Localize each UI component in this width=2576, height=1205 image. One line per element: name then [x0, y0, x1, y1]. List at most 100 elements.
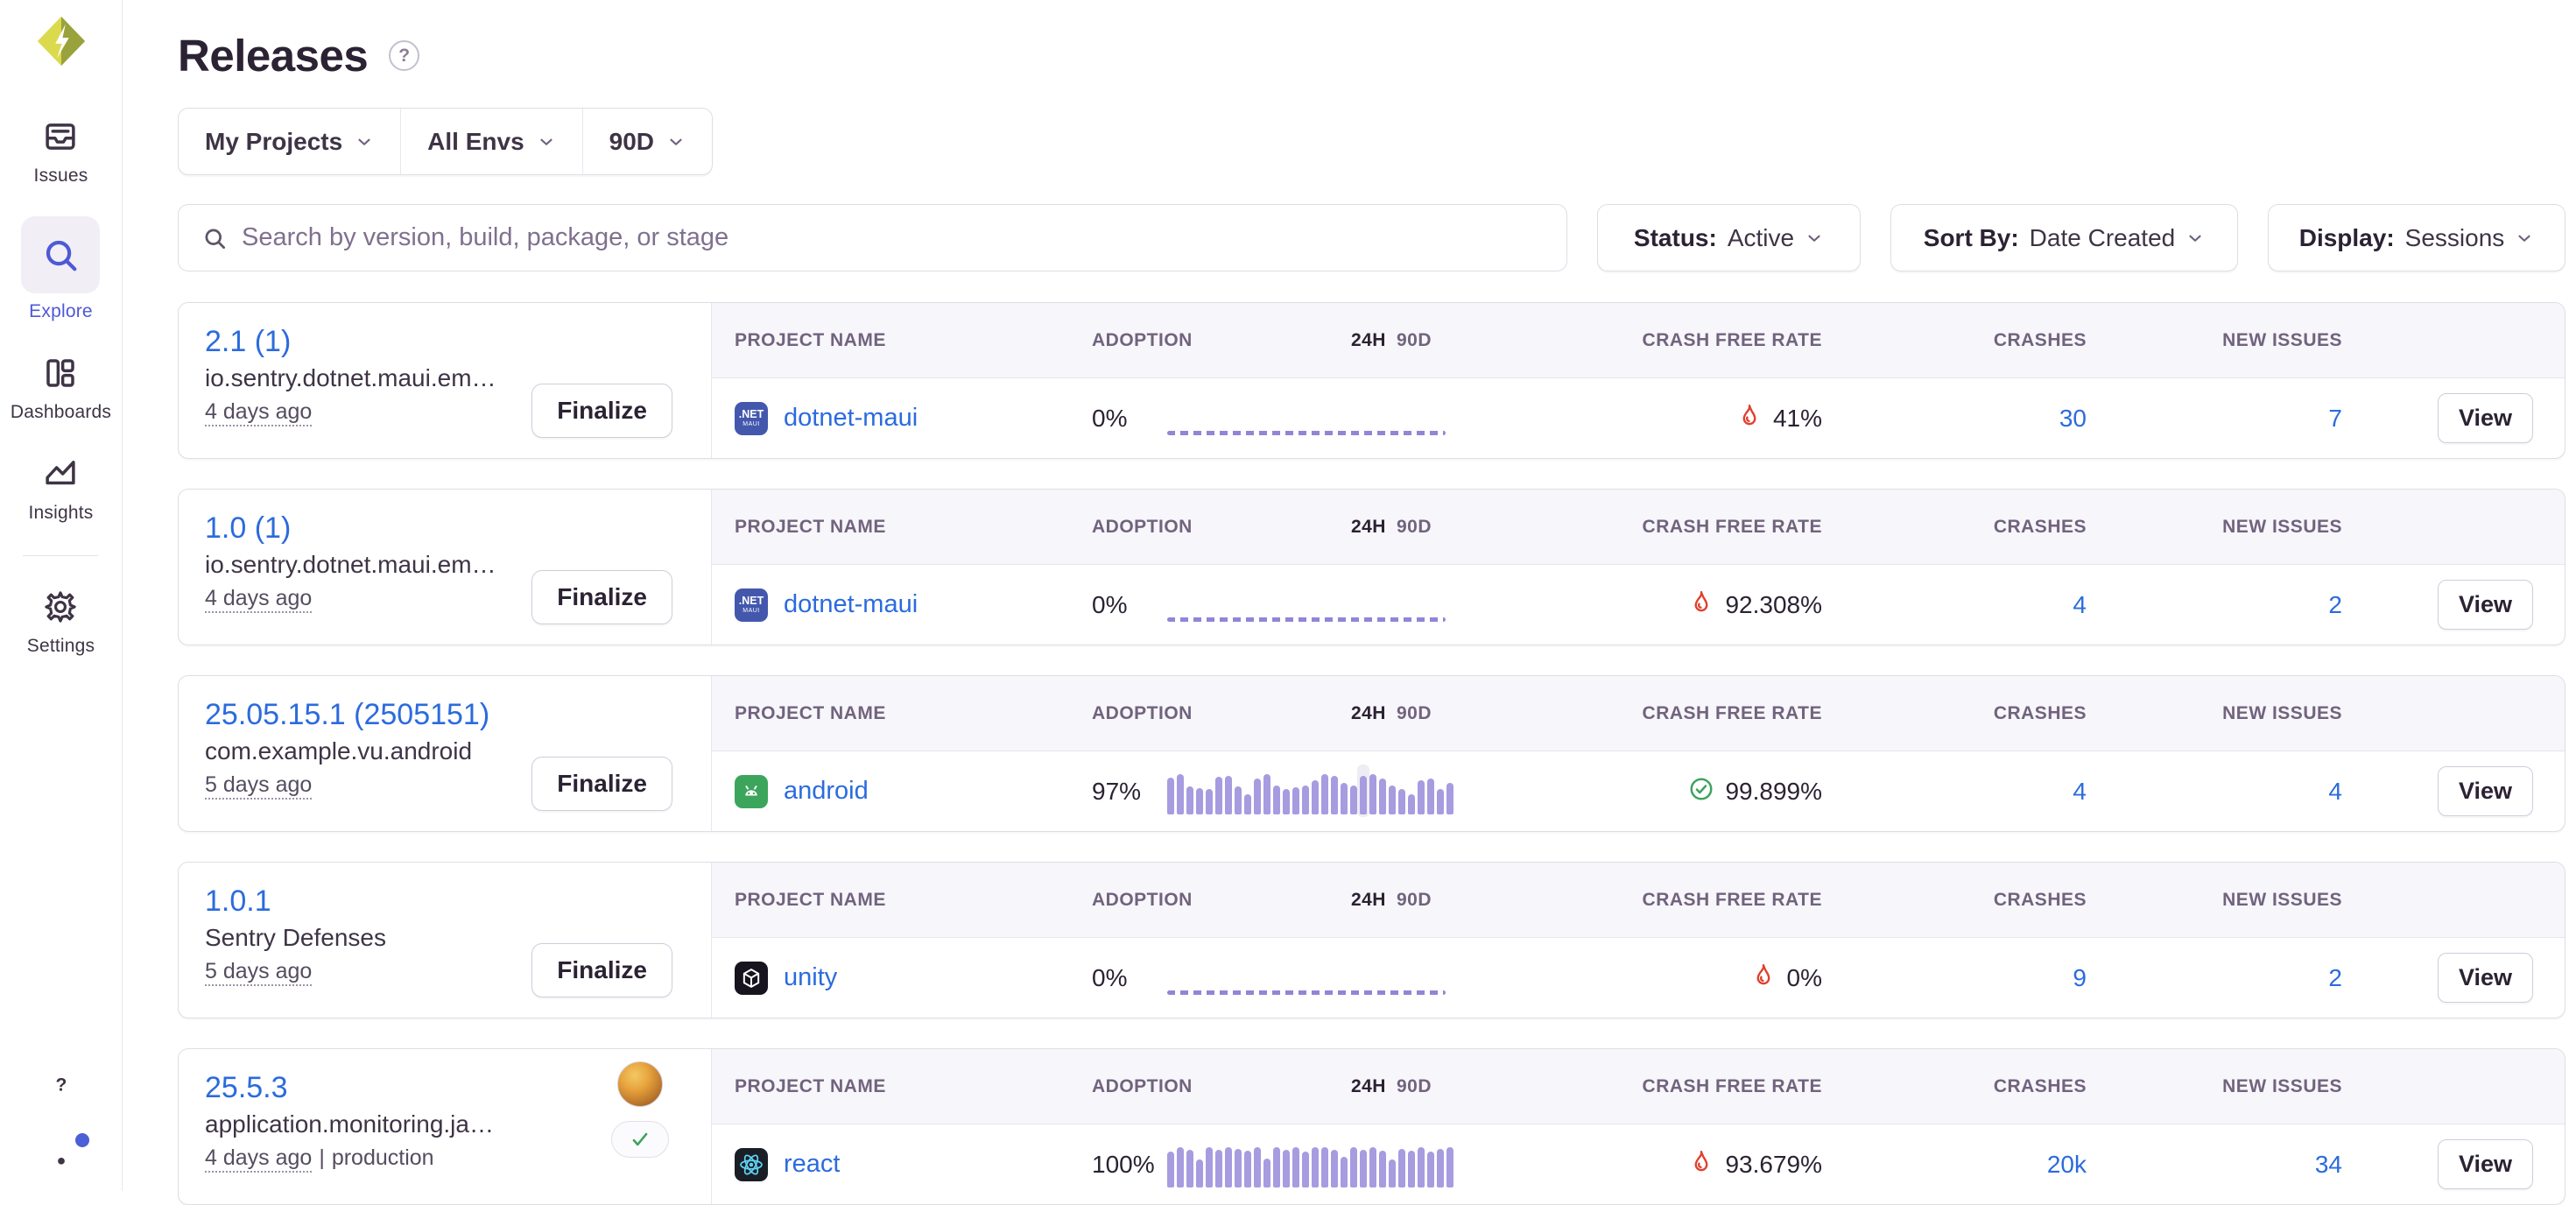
dashboards-icon: [39, 352, 81, 394]
period-toggle-90d[interactable]: 90D: [1397, 703, 1432, 724]
header-new-issues: NEW ISSUES: [2087, 703, 2342, 724]
status-dropdown[interactable]: Status: Active: [1597, 204, 1861, 271]
release-version-link[interactable]: 25.5.3: [205, 1068, 288, 1107]
release-package: Sentry Defenses: [205, 921, 386, 954]
help-icon: ?: [41, 1064, 81, 1104]
crashes-count-link[interactable]: 9: [2073, 964, 2087, 991]
new-issues-count-link[interactable]: 7: [2328, 405, 2342, 432]
chevron-down-icon: [1805, 229, 1824, 248]
period-toggle-24h[interactable]: 24H: [1351, 890, 1386, 911]
release-created-time: 4 days ago: [205, 1145, 312, 1173]
crash-free-value: 41%: [1773, 405, 1822, 433]
sidebar-item-explore[interactable]: Explore: [21, 216, 100, 322]
table-data-row: .NETMAUI dotnet-maui 0% 92.308% 4 2 View: [712, 565, 2565, 645]
project-platform-icon: .NETMAUI: [735, 588, 768, 622]
whats-new-button[interactable]: [40, 1137, 82, 1179]
adoption-bar: [1225, 776, 1232, 814]
header-adoption: ADOPTION: [1092, 517, 1193, 538]
release-version-link[interactable]: 2.1 (1): [205, 322, 291, 361]
releases-help-icon[interactable]: ?: [389, 40, 419, 71]
release-health-table: PROJECT NAME ADOPTION 24H 90D CRASH FREE…: [712, 676, 2565, 831]
period-toggle-90d[interactable]: 90D: [1397, 1076, 1432, 1097]
project-link[interactable]: android: [784, 777, 869, 806]
new-issues-count-link[interactable]: 2: [2328, 964, 2342, 991]
sentry-logo[interactable]: [34, 14, 88, 68]
project-link[interactable]: dotnet-maui: [784, 590, 918, 619]
view-button[interactable]: View: [2438, 1139, 2533, 1189]
help-button[interactable]: ?: [40, 1063, 82, 1105]
sidebar-item-settings[interactable]: Settings: [27, 586, 95, 657]
search-input[interactable]: [242, 223, 1544, 252]
adoption-bar: [1263, 774, 1270, 814]
projects-filter[interactable]: My Projects: [179, 109, 401, 174]
sidebar-item-label: Explore: [29, 301, 93, 322]
adoption-bar: [1235, 1149, 1242, 1187]
view-button[interactable]: View: [2438, 393, 2533, 443]
sidebar-item-insights[interactable]: Insights: [29, 453, 94, 524]
table-header-row: PROJECT NAME ADOPTION 24H 90D CRASH FREE…: [712, 303, 2565, 378]
search-explore-icon: [21, 216, 100, 293]
crashes-count-link[interactable]: 30: [2059, 405, 2087, 432]
display-dropdown[interactable]: Display: Sessions: [2268, 204, 2565, 271]
release-health-table: PROJECT NAME ADOPTION 24H 90D CRASH FREE…: [712, 490, 2565, 645]
adoption-bar: [1427, 779, 1434, 814]
environments-filter-label: All Envs: [427, 128, 524, 156]
notification-dot: [75, 1133, 89, 1147]
period-toggle-24h[interactable]: 24H: [1351, 517, 1386, 538]
release-card: 2.1 (1) io.sentry.dotnet.maui.em… 4 days…: [178, 302, 2565, 459]
adoption-bar: [1215, 777, 1222, 814]
finalize-button[interactable]: Finalize: [531, 384, 672, 438]
view-button[interactable]: View: [2438, 766, 2533, 816]
release-version-link[interactable]: 25.05.15.1 (2505151): [205, 695, 489, 734]
table-data-row: unity 0% 0% 9 2 View: [712, 938, 2565, 1018]
display-label: Display:: [2299, 224, 2395, 252]
period-toggle-24h[interactable]: 24H: [1351, 703, 1386, 724]
release-meta: 4 days ago: [205, 583, 496, 613]
header-crashes: CRASHES: [1824, 703, 2087, 724]
adoption-bar: [1167, 778, 1174, 814]
view-button[interactable]: View: [2438, 580, 2533, 630]
table-data-row: react 100% 93.679% 20k 34 View: [712, 1124, 2565, 1204]
period-toggle-24h[interactable]: 24H: [1351, 1076, 1386, 1097]
crashes-count-link[interactable]: 4: [2073, 591, 2087, 618]
period-toggle-90d[interactable]: 90D: [1397, 890, 1432, 911]
table-data-row: android 97% 99.899% 4 4 View: [712, 751, 2565, 831]
header-new-issues: NEW ISSUES: [2087, 330, 2342, 351]
adoption-bar: [1254, 779, 1261, 814]
adoption-value: 0%: [1092, 964, 1167, 992]
release-version-link[interactable]: 1.0.1: [205, 882, 271, 920]
sort-by-dropdown[interactable]: Sort By: Date Created: [1890, 204, 2238, 271]
sidebar-item-label: Insights: [29, 503, 94, 524]
date-range-filter[interactable]: 90D: [583, 109, 712, 174]
avatar[interactable]: [617, 1061, 663, 1107]
period-toggle-90d[interactable]: 90D: [1397, 330, 1432, 351]
release-summary-panel: 25.5.3 application.monitoring.ja… 4 days…: [179, 1049, 712, 1204]
new-issues-count-link[interactable]: 34: [2315, 1151, 2342, 1178]
adoption-bar: [1206, 789, 1213, 814]
project-link[interactable]: dotnet-maui: [784, 404, 918, 433]
header-crashes: CRASHES: [1824, 330, 2087, 351]
release-created-time: 4 days ago: [205, 586, 312, 613]
adoption-bar: [1167, 1152, 1174, 1187]
environments-filter[interactable]: All Envs: [401, 109, 582, 174]
project-link[interactable]: unity: [784, 963, 837, 992]
finalize-button[interactable]: Finalize: [531, 570, 672, 624]
chevron-down-icon: [666, 132, 686, 152]
finalize-button[interactable]: Finalize: [531, 757, 672, 811]
adoption-bar: [1369, 774, 1376, 814]
new-issues-count-link[interactable]: 2: [2328, 591, 2342, 618]
header-crashes: CRASHES: [1824, 890, 2087, 911]
adoption-bar: [1283, 789, 1290, 814]
release-version-link[interactable]: 1.0 (1): [205, 509, 291, 547]
view-button[interactable]: View: [2438, 953, 2533, 1003]
period-toggle-90d[interactable]: 90D: [1397, 517, 1432, 538]
date-range-filter-label: 90D: [609, 128, 654, 156]
period-toggle-24h[interactable]: 24H: [1351, 330, 1386, 351]
sidebar-item-dashboards[interactable]: Dashboards: [11, 352, 111, 423]
project-link[interactable]: react: [784, 1150, 840, 1179]
crashes-count-link[interactable]: 4: [2073, 778, 2087, 805]
new-issues-count-link[interactable]: 4: [2328, 778, 2342, 805]
sidebar-item-issues[interactable]: Issues: [34, 116, 88, 187]
crashes-count-link[interactable]: 20k: [2047, 1151, 2087, 1178]
finalize-button[interactable]: Finalize: [531, 943, 672, 997]
